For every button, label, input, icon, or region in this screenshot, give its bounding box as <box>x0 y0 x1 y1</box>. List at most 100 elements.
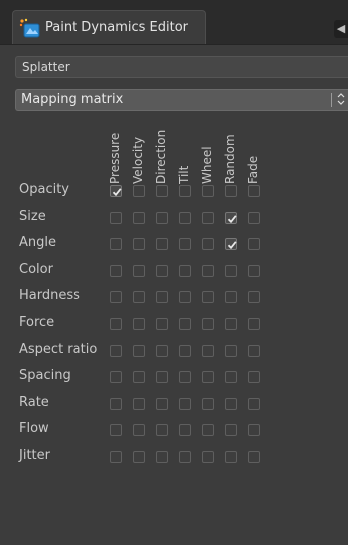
checkbox-spacing-velocity[interactable] <box>133 371 145 384</box>
column-label: Direction <box>154 129 168 184</box>
checkbox-spacing-wheel[interactable] <box>202 371 214 384</box>
checkbox-aspect-ratio-direction[interactable] <box>156 344 168 357</box>
checkbox-angle-wheel[interactable] <box>202 238 214 251</box>
checkbox-angle-direction[interactable] <box>156 238 168 251</box>
checkbox-flow-pressure[interactable] <box>110 424 122 437</box>
checkbox-size-random[interactable] <box>225 211 237 224</box>
row-label-rate: Rate <box>19 394 49 410</box>
row-label-aspect-ratio: Aspect ratio <box>19 341 98 357</box>
checkbox-rate-wheel[interactable] <box>202 397 214 410</box>
checkbox-hardness-random[interactable] <box>225 291 237 304</box>
view-mode-select[interactable]: Mapping matrix <box>15 89 348 111</box>
checkbox-angle-tilt[interactable] <box>179 238 191 251</box>
checkbox-jitter-velocity[interactable] <box>133 451 145 463</box>
checkbox-color-tilt[interactable] <box>179 264 191 277</box>
view-mode-value: Mapping matrix <box>21 92 124 107</box>
checkbox-hardness-pressure[interactable] <box>110 291 122 304</box>
checkbox-spacing-fade[interactable] <box>248 371 260 384</box>
checkbox-color-random[interactable] <box>225 264 237 277</box>
checkbox-flow-random[interactable] <box>225 424 237 437</box>
dynamics-preset-name[interactable]: Splatter <box>15 56 348 78</box>
checkbox-jitter-pressure[interactable] <box>110 451 122 463</box>
checkbox-opacity-tilt[interactable] <box>179 185 191 197</box>
checkbox-hardness-direction[interactable] <box>156 291 168 304</box>
column-label: Tilt <box>177 165 191 184</box>
checkbox-spacing-random[interactable] <box>225 371 237 384</box>
checkbox-flow-fade[interactable] <box>248 424 260 437</box>
checkbox-force-tilt[interactable] <box>179 318 191 330</box>
checkbox-color-pressure[interactable] <box>110 264 122 277</box>
checkbox-angle-random[interactable] <box>225 238 237 251</box>
column-label: Fade <box>246 155 260 184</box>
checkbox-rate-random[interactable] <box>225 397 237 410</box>
checkbox-force-fade[interactable] <box>248 318 260 330</box>
tab-title: Paint Dynamics Editor <box>45 20 189 35</box>
row-label-color: Color <box>19 261 53 277</box>
checkbox-opacity-pressure[interactable] <box>110 185 122 197</box>
checkbox-size-tilt[interactable] <box>179 211 191 224</box>
checkbox-rate-direction[interactable] <box>156 397 168 410</box>
row-label-hardness: Hardness <box>19 288 80 304</box>
tab-menu-icon: ◀ <box>336 22 346 35</box>
checkbox-flow-velocity[interactable] <box>133 424 145 437</box>
tab-menu-button[interactable]: ◀ <box>334 20 348 38</box>
checkbox-angle-velocity[interactable] <box>133 238 145 251</box>
checkbox-aspect-ratio-fade[interactable] <box>248 344 260 357</box>
column-label: Velocity <box>131 136 145 184</box>
checkbox-aspect-ratio-random[interactable] <box>225 344 237 357</box>
checkbox-color-fade[interactable] <box>248 264 260 277</box>
checkmark-icon <box>227 214 237 223</box>
row-label-spacing: Spacing <box>19 368 71 384</box>
row-label-opacity: Opacity <box>19 182 70 197</box>
checkbox-spacing-pressure[interactable] <box>110 371 122 384</box>
tab-paint-dynamics-editor[interactable]: Paint Dynamics Editor <box>12 10 206 44</box>
checkbox-hardness-velocity[interactable] <box>133 291 145 304</box>
checkbox-size-direction[interactable] <box>156 211 168 224</box>
checkbox-flow-direction[interactable] <box>156 424 168 437</box>
checkbox-flow-tilt[interactable] <box>179 424 191 437</box>
checkbox-aspect-ratio-velocity[interactable] <box>133 344 145 357</box>
checkbox-rate-fade[interactable] <box>248 397 260 410</box>
paint-dynamics-icon <box>19 18 41 38</box>
select-separator <box>331 93 332 107</box>
checkbox-size-fade[interactable] <box>248 211 260 224</box>
checkbox-jitter-wheel[interactable] <box>202 451 214 463</box>
dock-tab-bar: Paint Dynamics Editor ◀ <box>0 0 348 45</box>
checkbox-jitter-tilt[interactable] <box>179 451 191 463</box>
row-label-jitter: Jitter <box>19 448 50 463</box>
checkbox-color-wheel[interactable] <box>202 264 214 277</box>
checkbox-aspect-ratio-wheel[interactable] <box>202 344 214 357</box>
checkbox-jitter-direction[interactable] <box>156 451 168 463</box>
checkbox-hardness-tilt[interactable] <box>179 291 191 304</box>
checkbox-rate-velocity[interactable] <box>133 397 145 410</box>
checkbox-spacing-direction[interactable] <box>156 371 168 384</box>
row-label-flow: Flow <box>19 421 49 437</box>
checkbox-angle-fade[interactable] <box>248 238 260 251</box>
checkbox-hardness-wheel[interactable] <box>202 291 214 304</box>
checkbox-size-velocity[interactable] <box>133 211 145 224</box>
checkbox-rate-pressure[interactable] <box>110 397 122 410</box>
checkbox-angle-pressure[interactable] <box>110 238 122 251</box>
checkbox-aspect-ratio-pressure[interactable] <box>110 344 122 357</box>
checkbox-force-direction[interactable] <box>156 318 168 330</box>
checkbox-size-wheel[interactable] <box>202 211 214 224</box>
checkbox-force-pressure[interactable] <box>110 318 122 330</box>
checkbox-aspect-ratio-tilt[interactable] <box>179 344 191 357</box>
checkbox-opacity-fade[interactable] <box>248 185 260 197</box>
checkbox-color-direction[interactable] <box>156 264 168 277</box>
checkbox-jitter-random[interactable] <box>225 451 237 463</box>
checkbox-size-pressure[interactable] <box>110 211 122 224</box>
checkbox-force-wheel[interactable] <box>202 318 214 330</box>
checkbox-hardness-fade[interactable] <box>248 291 260 304</box>
checkbox-opacity-wheel[interactable] <box>202 185 214 197</box>
checkbox-opacity-velocity[interactable] <box>133 185 145 197</box>
checkbox-opacity-random[interactable] <box>225 185 237 197</box>
checkbox-spacing-tilt[interactable] <box>179 371 191 384</box>
checkbox-force-random[interactable] <box>225 318 237 330</box>
checkbox-color-velocity[interactable] <box>133 264 145 277</box>
checkbox-opacity-direction[interactable] <box>156 185 168 197</box>
checkbox-force-velocity[interactable] <box>133 318 145 330</box>
checkbox-rate-tilt[interactable] <box>179 397 191 410</box>
checkbox-flow-wheel[interactable] <box>202 424 214 437</box>
checkbox-jitter-fade[interactable] <box>248 451 260 463</box>
